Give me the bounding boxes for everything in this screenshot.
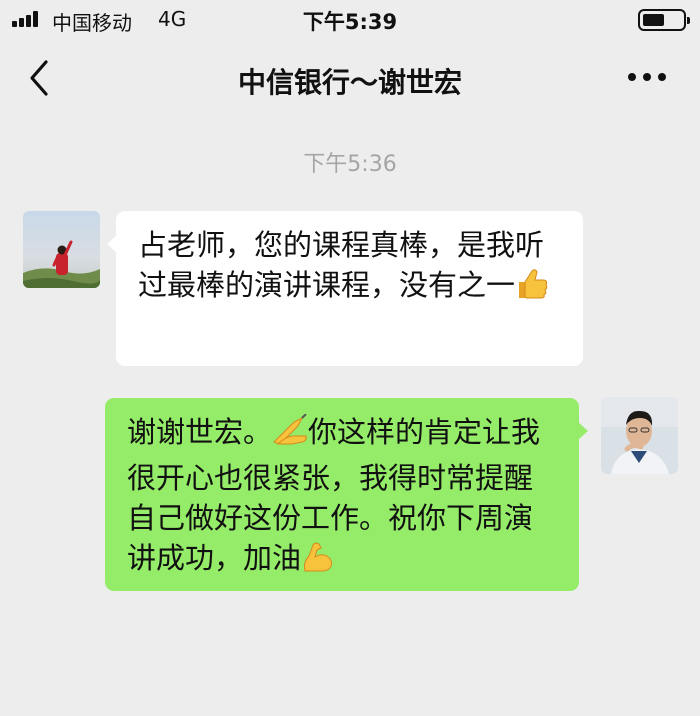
thumbs-up-icon (515, 267, 549, 311)
outgoing-message-text-part1: 谢谢世宏。 (127, 415, 273, 449)
my-avatar[interactable] (601, 397, 678, 474)
writing-hand-icon (272, 413, 308, 458)
incoming-message-bubble[interactable]: 占老师，您的课程真棒，是我听过最棒的演讲课程，没有之一 (107, 211, 583, 366)
nav-bar: 中信银行～谢世宏 (0, 40, 700, 116)
contact-avatar[interactable] (23, 211, 100, 288)
status-time: 下午5:39 (302, 10, 398, 34)
message-timestamp: 下午5:36 (303, 152, 397, 177)
chat-title: 中信银行～谢世宏 (237, 66, 462, 99)
more-dots-icon (628, 73, 636, 81)
chat-screen: 中国移动 4G 下午5:39 中信银行～谢世宏 下午5:36 占老师，您的课程真… (0, 0, 700, 716)
flexed-biceps-icon (301, 540, 335, 584)
battery-icon (638, 9, 690, 31)
outgoing-message-bubble[interactable]: 谢谢世宏。 你这样的肯定让我很开心也很紧张，我得时常提醒自己做好这份工作。祝你下… (105, 398, 588, 591)
incoming-message-text: 占老师，您的课程真棒，是我听过最棒的演讲课程，没有之一 (138, 228, 545, 302)
more-button[interactable] (626, 73, 668, 83)
status-bar: 中国移动 4G 下午5:39 (0, 0, 700, 40)
